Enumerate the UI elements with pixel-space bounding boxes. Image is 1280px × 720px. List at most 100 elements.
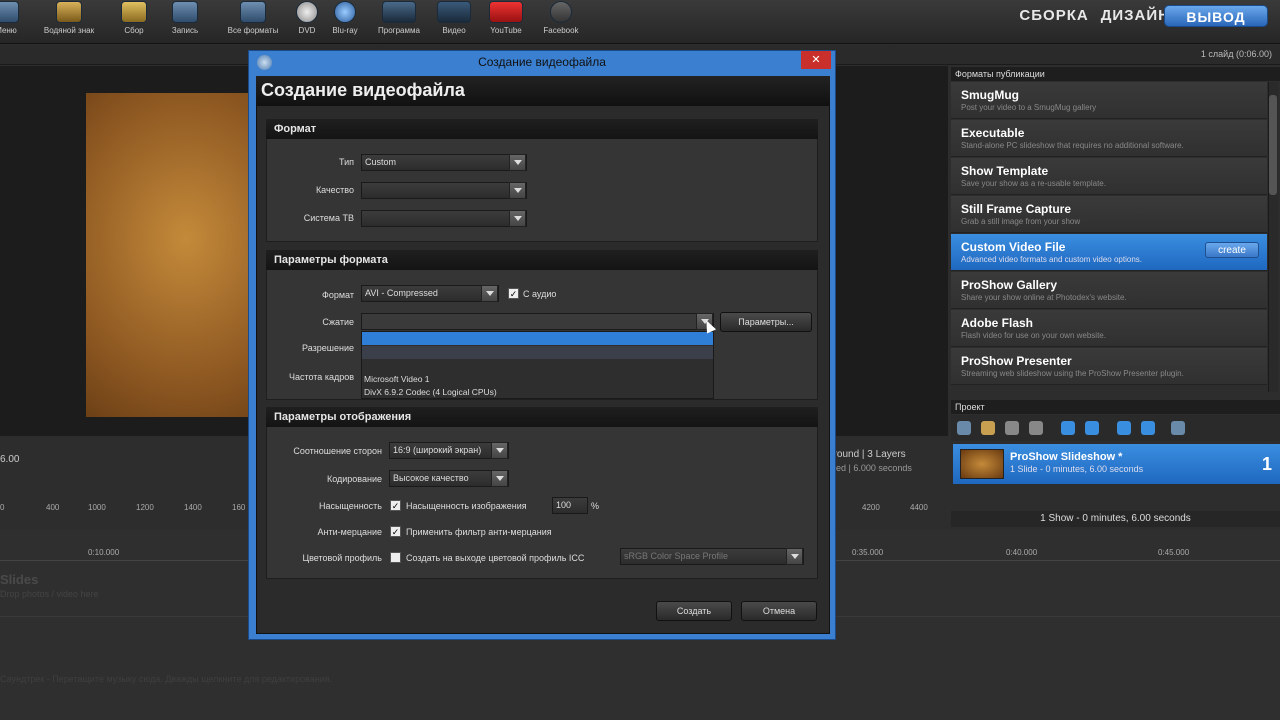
saturation-input[interactable]: 100 <box>552 497 588 514</box>
watermark-icon <box>56 1 82 23</box>
show-thumbnail <box>960 449 1004 479</box>
compression-option[interactable]: DivX 6.9.2 Codec (4 Logical CPUs) <box>364 387 497 397</box>
publish-item-proshow-gallery[interactable]: ProShow Gallery Share your show online at… <box>951 272 1267 309</box>
audio-checkbox-label: С аудио <box>523 289 557 299</box>
display-icon[interactable] <box>1171 421 1185 435</box>
compression-option[interactable]: Microsoft Video 1 <box>364 374 430 384</box>
cancel-button[interactable]: Отмена <box>741 601 817 621</box>
saturation-label: Насыщенность <box>318 501 382 511</box>
format-section-title: Формат <box>266 119 818 139</box>
soundtrack-hint: Саундтрек - Перетащите музыку сюда. Дваж… <box>0 674 333 684</box>
publish-item-custom-video[interactable]: Custom Video File Advanced video formats … <box>951 234 1267 271</box>
dvd-button[interactable]: DVD <box>292 0 322 44</box>
color-profile-dropdown[interactable]: sRGB Color Space Profile <box>620 548 804 565</box>
publish-scrollbar-thumb[interactable] <box>1269 95 1277 195</box>
publish-item-proshow-presenter[interactable]: ProShow Presenter Streaming web slideshow… <box>951 348 1267 385</box>
compression-label: Сжатие <box>322 317 354 327</box>
aspect-dropdown[interactable]: 16:9 (широкий экран) <box>389 442 509 459</box>
tv-system-dropdown[interactable] <box>361 210 527 227</box>
all-formats-button[interactable]: Все форматы <box>220 0 286 44</box>
collect-button[interactable]: Сбор <box>116 0 152 44</box>
compression-dropdown[interactable] <box>361 313 714 330</box>
flicker-checkbox[interactable]: ✓ <box>390 526 401 537</box>
create-button[interactable]: create <box>1205 242 1259 258</box>
output-button[interactable]: ВЫВОД <box>1164 5 1268 27</box>
move-down-icon[interactable] <box>1141 421 1155 435</box>
create-video-button[interactable]: Создать <box>656 601 732 621</box>
open-show-icon[interactable] <box>957 421 971 435</box>
ruler-tick: 1400 <box>184 503 202 512</box>
project-summary: 1 Show - 0 minutes, 6.00 seconds <box>951 511 1280 527</box>
type-label: Тип <box>338 157 354 167</box>
slide-count: 1 слайд (0:06.00) <box>1200 49 1272 59</box>
chevron-down-icon <box>491 470 508 487</box>
quality-dropdown[interactable] <box>361 182 527 199</box>
tab-design[interactable]: ДИЗАЙН <box>1101 7 1170 24</box>
ruler-tick: 4400 <box>910 503 928 512</box>
compression-option-highlighted[interactable] <box>362 332 713 345</box>
publish-item-executable[interactable]: Executable Stand-alone PC slideshow that … <box>951 120 1267 157</box>
display-params-title: Параметры отображения <box>266 407 818 427</box>
record-icon <box>172 1 198 23</box>
encoding-label: Кодирование <box>326 474 382 484</box>
flicker-checkbox-label: Применить фильтр анти-мерцания <box>406 527 552 537</box>
resolution-label: Разрешение <box>302 343 354 353</box>
flicker-label: Анти-мерцание <box>317 527 382 537</box>
preview-time: 6.00 <box>0 454 20 465</box>
facebook-icon <box>550 1 572 23</box>
menu-button[interactable]: Меню <box>0 0 26 44</box>
record-button[interactable]: Запись <box>165 0 205 44</box>
all-formats-icon <box>240 1 266 23</box>
dialog-window-title: Создание видеофайла <box>478 55 606 69</box>
program-button[interactable]: Программа <box>370 0 428 44</box>
show-number: 1 <box>1262 454 1273 474</box>
encoding-dropdown[interactable]: Высокое качество <box>389 470 509 487</box>
save-icon[interactable] <box>1005 421 1019 435</box>
publish-item-show-template[interactable]: Show Template Save your show as a re-usab… <box>951 158 1267 195</box>
bluray-icon <box>334 1 356 23</box>
watermark-button[interactable]: Водяной знак <box>36 0 102 44</box>
timeline-tick: 0:10.000 <box>88 548 120 557</box>
params-button[interactable]: Параметры... <box>720 312 812 332</box>
publish-formats-header: Форматы публикации <box>951 67 1280 81</box>
video-icon <box>437 1 471 23</box>
remove-icon[interactable] <box>1085 421 1099 435</box>
ruler-tick: 4200 <box>862 503 880 512</box>
youtube-button[interactable]: YouTube <box>484 0 528 44</box>
ruler-tick: 400 <box>46 503 60 512</box>
timeline-tick: 0:45.000 <box>1158 548 1190 557</box>
video-button[interactable]: Видео <box>434 0 474 44</box>
dialog-close-button[interactable]: ✕ <box>801 51 831 69</box>
audio-checkbox[interactable]: ✓ <box>508 288 519 299</box>
ruler-tick: 1000 <box>88 503 106 512</box>
project-header: Проект <box>951 400 1280 414</box>
youtube-icon <box>489 1 523 23</box>
color-profile-label: Цветовой профиль <box>302 553 382 563</box>
publish-item-still-frame[interactable]: Still Frame Capture Grab a still image fr… <box>951 196 1267 233</box>
chevron-down-icon <box>509 154 526 171</box>
add-icon[interactable] <box>1061 421 1075 435</box>
format-params-title: Параметры формата <box>266 250 818 270</box>
drop-hint: Drop photos / video here <box>0 589 99 599</box>
color-profile-checkbox[interactable] <box>390 552 401 563</box>
folder-icon[interactable] <box>981 421 995 435</box>
publish-item-smugmug[interactable]: SmugMug Post your video to a SmugMug gall… <box>951 82 1267 119</box>
color-profile-checkbox-label: Создать на выходе цветовой профиль ICC <box>406 553 585 563</box>
framerate-label: Частота кадров <box>288 372 354 382</box>
bluray-button[interactable]: Blu-ray <box>326 0 364 44</box>
layers-info: ground | 3 Layers <box>828 449 906 460</box>
copy-icon[interactable] <box>1029 421 1043 435</box>
saturation-unit: % <box>591 501 600 511</box>
tab-build[interactable]: СБОРКА <box>1019 7 1088 24</box>
saturation-checkbox[interactable]: ✓ <box>390 500 401 511</box>
container-format-dropdown[interactable]: AVI - Compressed <box>361 285 499 302</box>
show-name: ProShow Slideshow * <box>1010 451 1123 463</box>
facebook-button[interactable]: Facebook <box>538 0 584 44</box>
move-up-icon[interactable] <box>1117 421 1131 435</box>
dialog-heading: Создание видеофайла <box>261 80 465 100</box>
type-dropdown[interactable]: Custom <box>361 154 527 171</box>
collect-icon <box>121 1 147 23</box>
publish-item-adobe-flash[interactable]: Adobe Flash Flash video for use on your o… <box>951 310 1267 347</box>
chevron-down-icon <box>509 182 526 199</box>
compression-option[interactable] <box>362 346 713 359</box>
